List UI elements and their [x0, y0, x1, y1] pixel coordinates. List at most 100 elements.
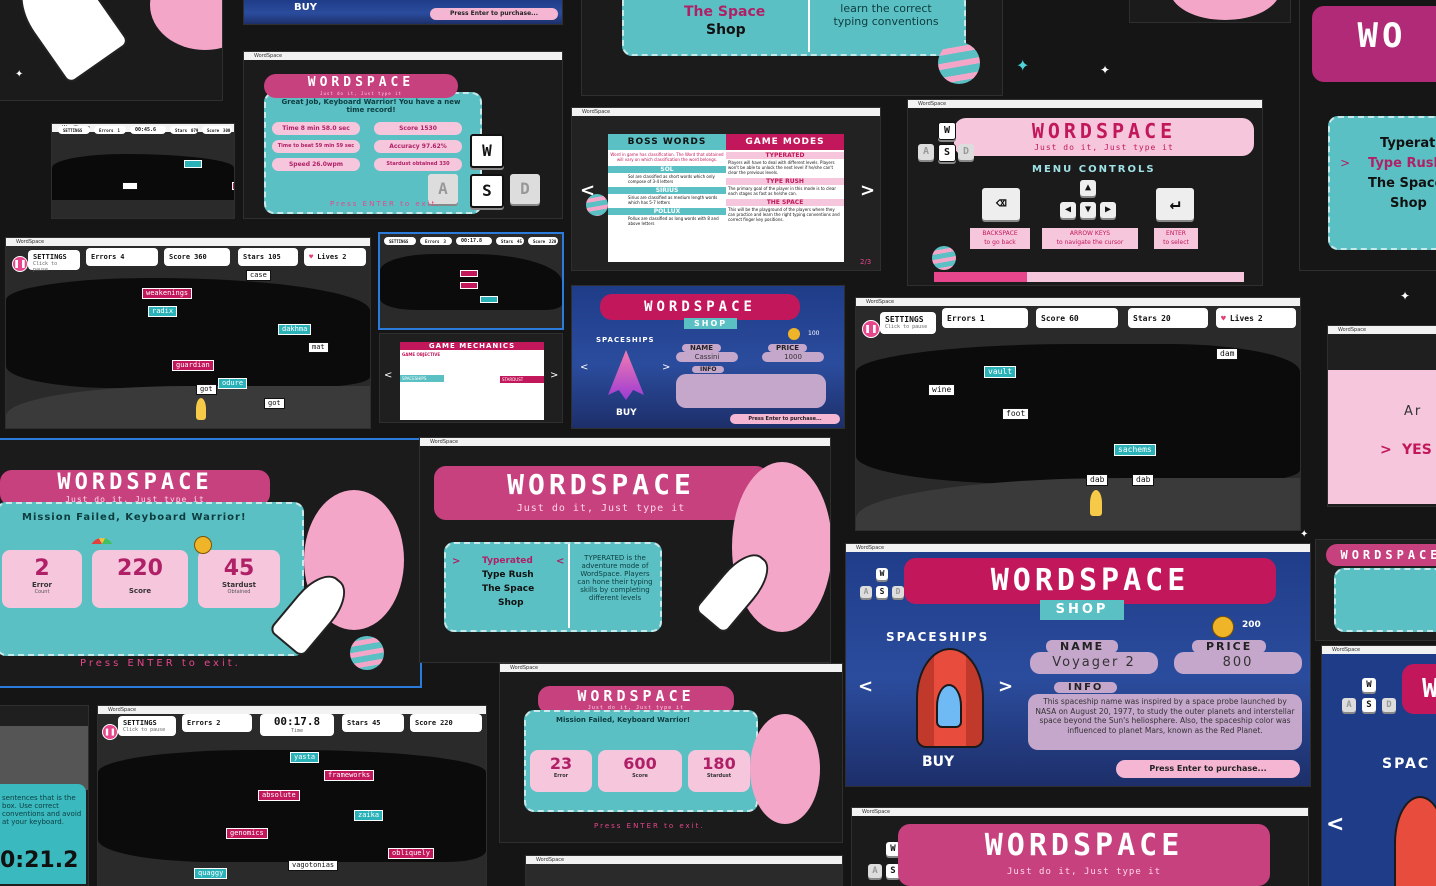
stars-counter: Stars 20	[1128, 308, 1208, 328]
buy-label[interactable]: BUY	[294, 2, 317, 13]
score-value: 220	[549, 238, 557, 244]
falling-word: dam	[1216, 348, 1239, 360]
spaceships-label: SPACESHIPS	[400, 375, 444, 382]
next-page-arrow-icon[interactable]: >	[550, 370, 558, 381]
pause-icon[interactable]: ❚❚	[102, 724, 118, 740]
errors-label: Errors	[91, 253, 117, 261]
score-label: Score	[399, 125, 419, 132]
prev-ship-arrow-icon[interactable]: <	[1326, 812, 1344, 837]
time-result: Time 8 min 58.0 sec	[272, 122, 360, 135]
page-indicator: 2/3	[860, 258, 872, 266]
window-game-c: SETTINGS Errors 3 00:17.8 Stars 45 Score…	[380, 234, 562, 328]
logo-text: WORDSPACE	[644, 299, 756, 315]
speedometer-icon	[90, 538, 114, 550]
errors-label: Errors	[947, 313, 976, 323]
next-ship-arrow-icon[interactable]: >	[998, 676, 1013, 697]
cursor-arrow-icon: <	[556, 556, 565, 567]
game-modes-table: GAME MODES TYPERATED Players will have t…	[726, 134, 844, 262]
menu-item-shop[interactable]: Shop	[498, 598, 524, 608]
confirm-question: Ar	[1404, 404, 1423, 419]
time-counter: 00:17.8	[456, 237, 492, 245]
mechanics-title: GAME MECHANICS	[400, 342, 544, 350]
time-to-beat-result: Time to beat 59 min 59 sec	[272, 140, 360, 153]
boss-words-intro: Word in game has classification. The Wor…	[610, 152, 724, 162]
coin-balance: 200	[1242, 620, 1261, 630]
time-counter: 00:45.6	[130, 126, 166, 134]
a-key: A	[868, 864, 882, 878]
menu-item-shop[interactable]: Shop	[1390, 196, 1427, 211]
settings-button[interactable]: SETTINGS Click to pause	[118, 716, 176, 736]
score-label: Score	[415, 719, 437, 727]
score-card: 600 Score	[598, 750, 682, 792]
window-mission-failed-2: WordSpace WORDSPACE Just do it, Just typ…	[500, 664, 842, 842]
a-key: A	[860, 586, 872, 598]
falling-word: zaika	[354, 810, 384, 821]
error-card: 23 Error	[530, 750, 592, 792]
logo-text: WORDSPACE	[984, 828, 1184, 863]
settings-button[interactable]: SETTINGS	[58, 126, 90, 134]
menu-item-type-rush[interactable]: Type Rush	[482, 570, 534, 580]
falling-word: vagotonias	[288, 860, 339, 871]
window-shop-top: BUY Press Enter to purchase...	[244, 0, 562, 24]
backspace-hint: BACKSPACE to go back	[970, 228, 1030, 249]
ship-window-icon	[936, 684, 962, 728]
logo: WORDSPACE	[1326, 544, 1436, 566]
window-titlebar: WordSpace	[244, 52, 562, 60]
window-titlebar: WordSpace	[852, 808, 1308, 816]
purchase-button[interactable]: Press Enter to purchase...	[1116, 760, 1300, 778]
menu-item-typerated[interactable]: Typerated	[482, 556, 533, 566]
menu-item-the-space[interactable]: The Space	[1368, 176, 1436, 191]
prev-ship-arrow-icon[interactable]: <	[858, 676, 873, 697]
typing-timer: 0:21.2	[0, 848, 79, 873]
time-label: Time	[282, 125, 299, 132]
menu-item-shop[interactable]: Shop	[706, 22, 746, 38]
score-label: Score	[1041, 313, 1066, 323]
logo-text: WORDSPACE	[577, 687, 695, 705]
buy-button[interactable]: BUY	[922, 754, 954, 770]
falling-word: dab	[1132, 474, 1155, 486]
buy-label[interactable]: BUY	[616, 408, 637, 418]
boss-words-table: BOSS WORDS Word in game has classificati…	[608, 134, 726, 262]
progress-bar	[934, 272, 1244, 282]
game-mode-desc: Players will have to deal with different…	[728, 160, 835, 175]
settings-button[interactable]: SETTINGS Click to pause	[880, 312, 936, 334]
window-main-menu-top: The Space Shop learn the correct typing …	[582, 0, 1002, 95]
menu-item-the-space[interactable]: The Space	[482, 584, 534, 594]
logo-text: WORDSPACE	[57, 470, 213, 495]
window-main-menu: WordSpace WORDSPACE Just do it, Just typ…	[420, 438, 830, 662]
results-left-column: Time 8 min 58.0 sec Time to beat 59 min …	[272, 122, 364, 171]
menu-item-typerated[interactable]: Typerated	[1380, 136, 1436, 151]
menu-item-type-rush[interactable]: Type Rush	[1368, 156, 1436, 171]
coin-balance: 100	[808, 330, 820, 337]
window-game-d: WordSpace ❚❚ SETTINGS Click to pause Err…	[856, 298, 1300, 530]
lives-value: 2	[342, 253, 347, 261]
boss-word-desc: Pollux are classified as long words with…	[628, 216, 719, 226]
score-value: 60	[1069, 313, 1079, 323]
prev-page-arrow-icon[interactable]: <	[384, 370, 392, 381]
purchase-prompt[interactable]: Press Enter to purchase...	[430, 8, 558, 20]
window-menu-controls: WordSpace WORDSPACE Just do it, Just typ…	[908, 100, 1262, 285]
next-ship-arrow-icon[interactable]: >	[662, 362, 670, 373]
window-titlebar: WordSpace	[908, 100, 1262, 108]
mission-heading: Mission Failed, Keyboard Warrior!	[22, 512, 247, 523]
boss-words-title: BOSS WORDS	[608, 134, 726, 150]
time-value: 00:17.8	[461, 238, 483, 244]
stars-counter: Stars 45	[342, 714, 404, 732]
pause-icon[interactable]: ❚❚	[862, 320, 880, 338]
settings-button[interactable]: SETTINGS Click to pause	[28, 250, 80, 273]
menu-item-the-space[interactable]: The Space	[684, 4, 765, 20]
play-area	[52, 154, 234, 200]
falling-word: quaggy	[194, 868, 228, 879]
prev-ship-arrow-icon[interactable]: <	[580, 362, 588, 373]
w-key: W	[1362, 678, 1376, 692]
ground-band	[856, 478, 1300, 530]
settings-button[interactable]: SETTINGS	[384, 237, 416, 245]
purchase-button[interactable]: Press Enter to purchase...	[730, 414, 840, 424]
confirm-yes-button[interactable]: YES	[1402, 442, 1432, 458]
next-page-arrow-icon[interactable]: >	[860, 180, 875, 201]
pause-icon[interactable]: ❚❚	[12, 256, 28, 272]
game-mode-name: TYPERATED	[726, 152, 844, 159]
speed-result: Speed 26.0wpm	[272, 158, 360, 171]
s-key: S	[938, 144, 956, 162]
player-rocket-icon	[196, 398, 206, 420]
